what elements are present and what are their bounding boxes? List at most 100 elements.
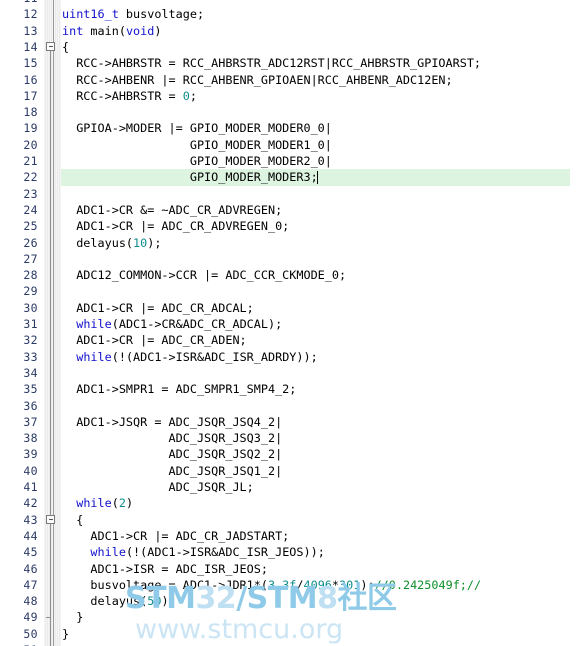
code-line[interactable]: 15 RCC->AHBRSTR = RCC_AHBRSTR_ADC12RST|R… [0,55,581,71]
line-number: 23 [23,186,38,201]
code-text[interactable]: delayus(50); [62,593,175,609]
code-text[interactable]: while(!(ADC1->ISR&ADC_ISR_ADRDY)); [62,349,317,365]
code-line[interactable]: 25 ADC1->CR |= ADC_CR_ADVREGEN_0; [0,218,581,234]
code-text[interactable]: ADC1->CR &= ~ADC_CR_ADVREGEN; [62,202,282,218]
code-line[interactable]: 50} [0,626,581,642]
code-line[interactable]: 32 ADC1->CR |= ADC_CR_ADEN; [0,332,581,348]
line-number: 46 [23,561,38,576]
code-line[interactable]: 12 uint16_t busvoltage; [0,6,581,22]
code-line[interactable]: 18 [0,104,581,120]
code-line[interactable]: 28 ADC12_COMMON->CCR |= ADC_CCR_CKMODE_0… [0,267,581,283]
code-line[interactable]: 31 while(ADC1->CR&ADC_CR_ADCAL); [0,316,581,332]
code-line[interactable]: 44 ADC1->CR |= ADC_CR_JADSTART; [0,528,581,544]
code-line[interactable]: 45 while(!(ADC1->ISR&ADC_ISR_JEOS)); [0,544,581,560]
code-line[interactable]: 33 while(!(ADC1->ISR&ADC_ISR_ADRDY)); [0,349,581,365]
code-text[interactable]: ADC1->JSQR = ADC_JSQR_JSQ4_2| [62,414,282,430]
code-line[interactable]: 24 ADC1->CR &= ~ADC_CR_ADVREGEN; [0,202,581,218]
line-number: 14 [23,39,38,54]
code-text[interactable]: while(!(ADC1->ISR&ADC_ISR_JEOS)); [62,544,324,560]
code-text[interactable]: ADC1->CR |= ADC_CR_ADEN; [62,332,246,348]
code-line[interactable]: 40 ADC_JSQR_JSQ1_2| [0,463,581,479]
code-line[interactable]: 35 ADC1->SMPR1 = ADC_SMPR1_SMP4_2; [0,381,581,397]
line-number: 15 [23,56,38,71]
code-text[interactable]: RCC->AHBRSTR = 0; [62,88,197,104]
line-number: 39 [23,447,38,462]
code-text[interactable]: while(2) [62,495,133,511]
code-line[interactable]: 49 } [0,609,581,625]
line-number: 22 [23,170,38,185]
code-line[interactable]: 42 while(2) [0,495,581,511]
code-editor[interactable]: 1112uint16_t busvoltage;13int main(void)… [0,0,581,646]
code-line[interactable]: 26 delayus(10); [0,235,581,251]
code-text[interactable]: RCC->AHBRSTR = RCC_AHBRSTR_ADC12RST|RCC_… [62,55,481,71]
code-line[interactable]: 30 ADC1->CR |= ADC_CR_ADCAL; [0,300,581,316]
line-number: 34 [23,365,38,380]
code-text[interactable]: ADC12_COMMON->CCR |= ADC_CCR_CKMODE_0; [62,267,346,283]
code-line[interactable]: 36 [0,398,581,414]
line-number: 38 [23,431,38,446]
code-text[interactable]: GPIO_MODER_MODER1_0| [62,137,332,153]
line-number: 31 [23,317,38,331]
code-line[interactable]: 16 RCC->AHBENR |= RCC_AHBENR_GPIOAEN|RCC… [0,72,581,88]
line-number: 51 [0,642,38,646]
line-number: 40 [23,463,38,478]
code-line[interactable]: 22 GPIO_MODER_MODER3; [0,169,581,186]
code-line[interactable]: 38 ADC_JSQR_JSQ3_2| [0,430,581,446]
code-text[interactable]: uint16_t busvoltage; [62,6,204,22]
code-text[interactable]: ADC_JSQR_JSQ1_2| [62,463,283,479]
code-text[interactable]: GPIOA->MODER |= GPIO_MODER_MODER0_0| [62,120,332,136]
code-line[interactable]: 37 ADC1->JSQR = ADC_JSQR_JSQ4_2| [0,414,581,430]
code-line[interactable]: 46 ADC1->ISR = ADC_ISR_JEOS; [0,561,581,577]
code-text[interactable]: busvoltage = ADC1->JDR1*(3.3f/4096*301);… [62,577,481,593]
line-number: 50 [23,626,38,641]
line-number: 36 [23,398,38,413]
code-text[interactable]: ADC_JSQR_JSQ3_2| [62,430,283,446]
code-text[interactable]: delayus(10); [62,235,161,251]
code-text[interactable]: GPIO_MODER_MODER2_0| [62,153,332,169]
code-text[interactable]: int main(void) [62,23,161,39]
fold-line-inner [50,523,51,616]
line-number: 28 [23,268,38,283]
code-text[interactable]: GPIO_MODER_MODER3; [62,169,318,185]
code-line[interactable]: 27 [0,251,581,267]
code-line[interactable]: 34 [0,365,581,381]
code-line[interactable]: 14 { [0,39,581,55]
code-text[interactable]: ADC_JSQR_JSQ2_2| [62,446,283,462]
code-text[interactable]: } [62,626,69,642]
code-text[interactable]: ADC1->ISR = ADC_ISR_JEOS; [62,561,268,577]
code-text[interactable]: } [62,609,83,625]
code-line[interactable]: 48 delayus(50); [0,593,581,609]
line-number: 20 [23,137,38,152]
code-line[interactable]: 51 [0,642,581,646]
code-line[interactable]: 39 ADC_JSQR_JSQ2_2| [0,446,581,462]
text-caret [317,171,319,185]
line-number: 18 [23,105,38,120]
line-number: 30 [23,300,38,315]
code-text[interactable]: ADC1->CR |= ADC_CR_JADSTART; [62,528,289,544]
code-text[interactable]: { [62,39,69,55]
line-number: 26 [23,235,38,250]
code-text[interactable]: while(ADC1->CR&ADC_CR_ADCAL); [62,316,282,332]
code-line[interactable]: 23 [0,186,581,202]
code-text[interactable]: ADC1->CR |= ADC_CR_ADVREGEN_0; [62,218,289,234]
code-line[interactable]: 19 GPIOA->MODER |= GPIO_MODER_MODER0_0| [0,120,581,136]
code-line[interactable]: 29 [0,283,581,299]
line-number: 48 [23,594,38,609]
code-line[interactable]: 21 GPIO_MODER_MODER2_0| [0,153,581,169]
line-number: 33 [23,349,38,364]
code-text[interactable]: ADC1->SMPR1 = ADC_SMPR1_SMP4_2; [62,381,296,397]
code-text[interactable]: RCC->AHBENR |= RCC_AHBENR_GPIOAEN|RCC_AH… [62,72,452,88]
line-number: 13 [23,23,38,38]
code-line[interactable]: 47 busvoltage = ADC1->JDR1*(3.3f/4096*30… [0,577,581,593]
code-line[interactable]: 41 ADC_JSQR_JL; [0,479,581,495]
code-line[interactable]: 13 int main(void) [0,23,581,39]
code-text[interactable]: ADC_JSQR_JL; [62,479,254,495]
code-line[interactable]: 43 { [0,512,581,528]
fold-collapse-icon[interactable] [46,514,55,524]
code-text[interactable]: { [62,512,83,528]
line-number: 42 [23,496,38,511]
fold-collapse-icon[interactable] [46,41,55,51]
code-text[interactable]: ADC1->CR |= ADC_CR_ADCAL; [62,300,254,316]
code-line[interactable]: 17 RCC->AHBRSTR = 0; [0,88,581,104]
code-line[interactable]: 20 GPIO_MODER_MODER1_0| [0,137,581,153]
